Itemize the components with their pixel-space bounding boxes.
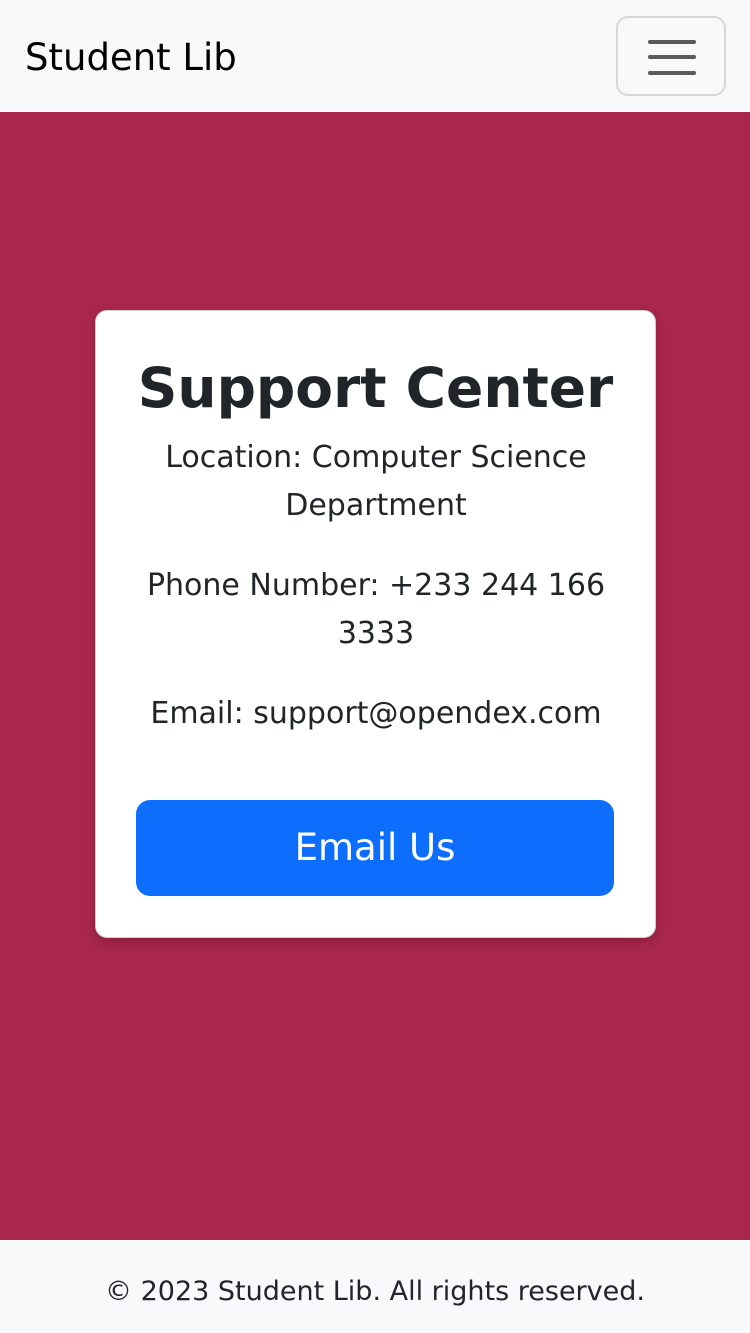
- card-title: Support Center: [137, 356, 614, 420]
- email-us-button[interactable]: Email Us: [136, 800, 614, 896]
- main-section: Support Center Location: Computer Scienc…: [0, 112, 750, 1240]
- footer: © 2023 Student Lib. All rights reserved.: [0, 1240, 750, 1333]
- navbar: Student Lib: [0, 0, 750, 112]
- copyright-text: © 2023 Student Lib. All rights reserved.: [105, 1276, 645, 1307]
- navbar-toggler-button[interactable]: [616, 16, 726, 96]
- brand-link[interactable]: Student Lib: [25, 34, 237, 82]
- support-card: Support Center Location: Computer Scienc…: [95, 310, 656, 938]
- email-text: Email: support@opendex.com: [150, 696, 602, 731]
- location-text: Location: Computer Science Department: [165, 440, 587, 523]
- phone-text: Phone Number: +233 244 166 3333: [146, 568, 606, 651]
